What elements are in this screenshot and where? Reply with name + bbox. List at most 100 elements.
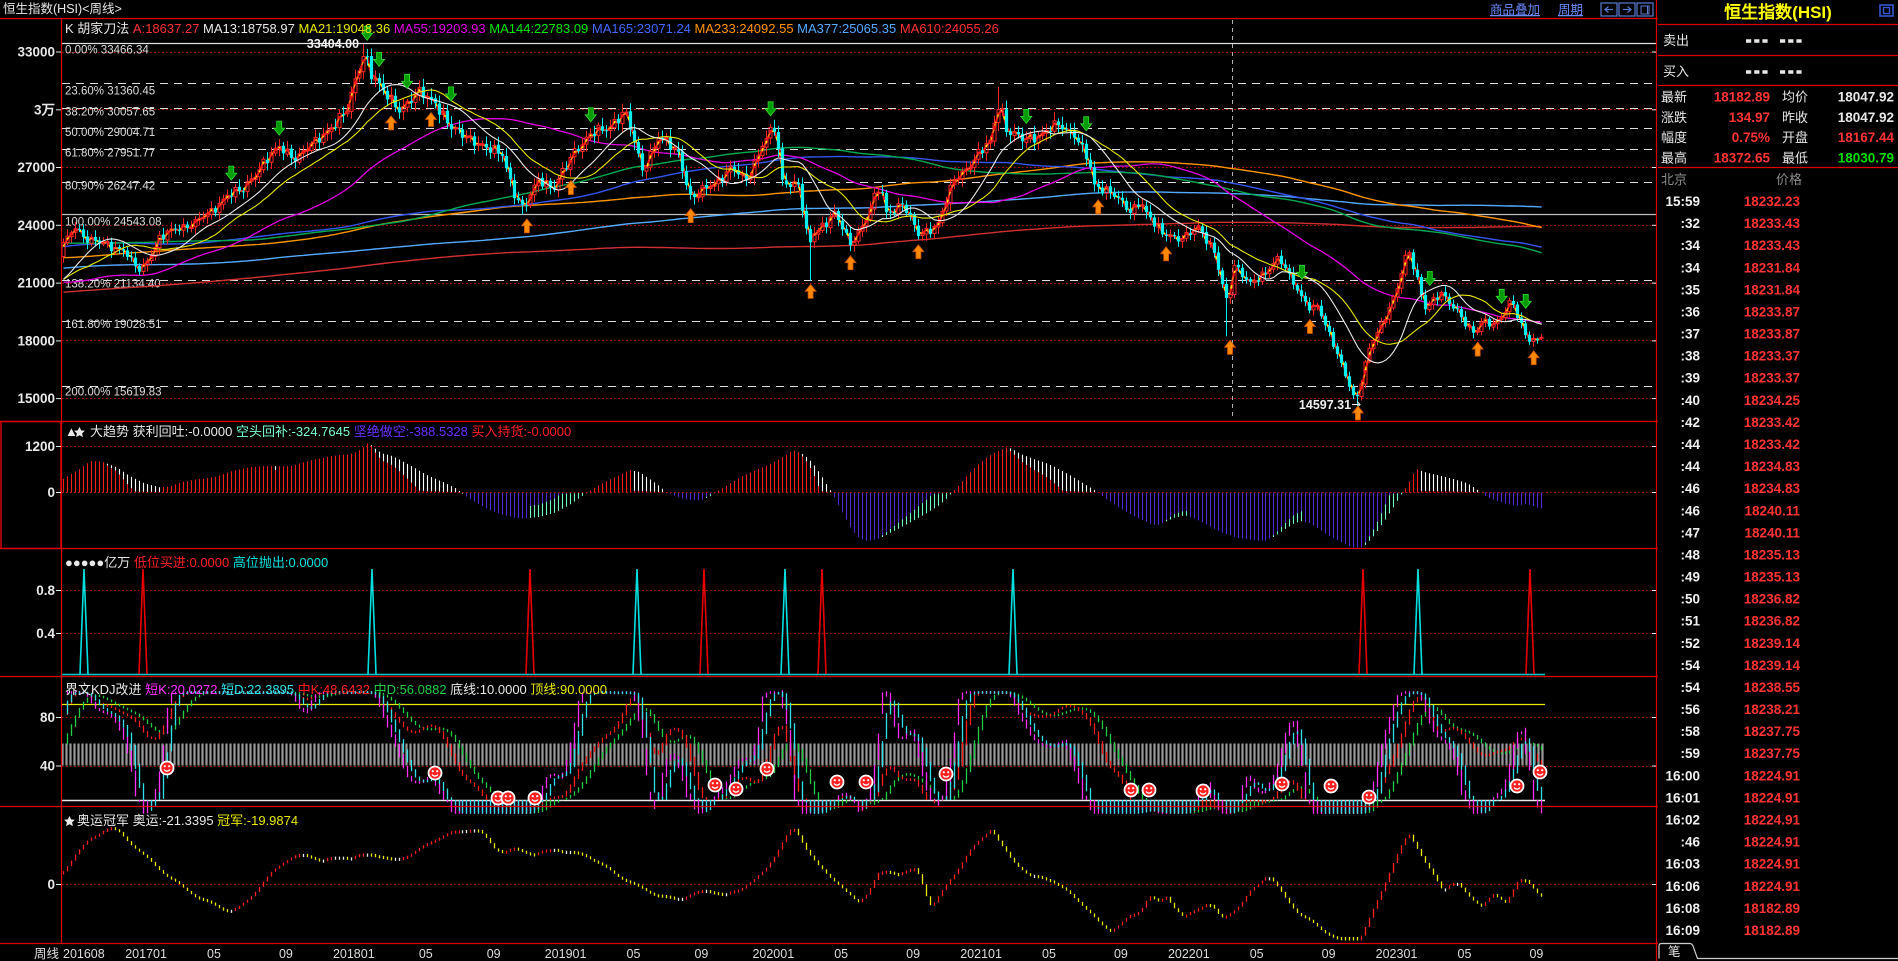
svg-text:27000: 27000 [17,160,55,175]
svg-text:大趋势 获利回吐:-0.0000 空头回补:-324.764: 大趋势 获利回吐:-0.0000 空头回补:-324.7645 坚绝做空:-38… [90,424,571,439]
svg-text:18233.37: 18233.37 [1744,371,1800,386]
svg-text::34: :34 [1680,238,1700,253]
svg-text:18182.89: 18182.89 [1714,90,1770,105]
svg-text:18233.43: 18233.43 [1744,216,1801,231]
svg-text:奥运冠军 奥运:-21.3395 冠军:-19.9874: 奥运冠军 奥运:-21.3395 冠军:-19.9874 [77,813,298,828]
svg-text:33000: 33000 [17,45,55,60]
svg-text:14597.31: 14597.31 [1299,398,1351,412]
svg-text:16:02: 16:02 [1665,813,1700,828]
svg-text:16:03: 16:03 [1665,857,1700,872]
svg-text:18239.14: 18239.14 [1744,636,1801,651]
svg-text::38: :38 [1680,349,1700,364]
svg-text::44: :44 [1680,437,1700,452]
svg-text:16:00: 16:00 [1665,768,1700,783]
svg-text:05: 05 [627,947,641,961]
svg-text::48: :48 [1680,547,1700,562]
svg-text:18233.42: 18233.42 [1744,437,1800,452]
svg-text:18167.44: 18167.44 [1838,130,1895,145]
svg-text:周期: 周期 [1558,3,1583,17]
svg-text:202301: 202301 [1376,947,1418,961]
svg-text:昨收: 昨收 [1782,110,1808,125]
svg-text:最低: 最低 [1782,150,1808,165]
svg-text:涨跌: 涨跌 [1661,110,1687,125]
svg-text:05: 05 [1042,947,1056,961]
svg-text:201608: 201608 [63,947,105,961]
svg-text:0.00% 33466.34: 0.00% 33466.34 [65,45,149,57]
svg-text:K 胡家刀法 A:18637.27 MA13:18758.: K 胡家刀法 A:18637.27 MA13:18758.97 MA21:190… [65,21,999,36]
svg-text:●●●●●亿万 低位买进:0.0000 高位抛出:0.000: ●●●●●亿万 低位买进:0.0000 高位抛出:0.0000 [65,555,328,570]
svg-text:09: 09 [694,947,708,961]
svg-text:15000: 15000 [17,391,55,406]
svg-text::32: :32 [1680,216,1700,231]
svg-text:18224.91: 18224.91 [1744,879,1801,894]
svg-text:0.4: 0.4 [36,626,55,641]
svg-text:80: 80 [40,710,55,725]
svg-text:50.00% 29004.71: 50.00% 29004.71 [65,127,155,139]
svg-text::50: :50 [1680,592,1700,607]
svg-text::35: :35 [1680,282,1700,297]
svg-text:18233.43: 18233.43 [1744,238,1801,253]
svg-text:202101: 202101 [960,947,1002,961]
svg-text::46: :46 [1680,503,1700,518]
svg-text:18233.87: 18233.87 [1744,304,1800,319]
svg-text:3万: 3万 [34,102,55,117]
svg-text:21000: 21000 [17,276,55,291]
svg-text::46: :46 [1680,835,1700,850]
svg-text:134.97: 134.97 [1729,110,1770,125]
svg-text:18231.84: 18231.84 [1744,260,1801,275]
svg-text::58: :58 [1680,724,1700,739]
svg-text::42: :42 [1680,415,1700,430]
svg-text:最新: 最新 [1661,90,1687,105]
svg-text:202201: 202201 [1168,947,1210,961]
svg-text:18047.92: 18047.92 [1838,90,1894,105]
svg-text:23.60% 31360.45: 23.60% 31360.45 [65,86,155,98]
svg-text:16:06: 16:06 [1665,879,1700,894]
svg-text:09: 09 [279,947,293,961]
svg-text:卖出: 卖出 [1663,33,1689,48]
svg-text::47: :47 [1680,525,1700,540]
svg-text:05: 05 [419,947,433,961]
svg-text:18236.82: 18236.82 [1744,614,1800,629]
svg-text::36: :36 [1680,304,1700,319]
svg-text:价格: 价格 [1776,172,1802,187]
svg-text:北京: 北京 [1661,172,1687,187]
svg-text:18372.65: 18372.65 [1714,150,1771,165]
svg-text::56: :56 [1680,702,1700,717]
svg-text:18235.13: 18235.13 [1744,570,1801,585]
svg-text:开盘: 开盘 [1782,130,1808,145]
svg-text:18234.25: 18234.25 [1744,393,1801,408]
svg-text:恒生指数(HSI)<周线>: 恒生指数(HSI)<周线> [3,1,122,16]
svg-text:24000: 24000 [17,218,55,233]
svg-text:18238.55: 18238.55 [1744,680,1801,695]
svg-text:0: 0 [47,877,55,892]
svg-text:▲: ▲ [65,424,78,439]
svg-text:161.80% 19028.51: 161.80% 19028.51 [65,319,162,331]
svg-text:05: 05 [834,947,848,961]
svg-text:商品叠加: 商品叠加 [1490,2,1540,17]
svg-text:周线: 周线 [34,947,60,961]
svg-text:买入: 买入 [1663,64,1689,79]
svg-text:09: 09 [906,947,920,961]
svg-text:18233.42: 18233.42 [1744,415,1800,430]
svg-text:18224.91: 18224.91 [1744,813,1801,828]
svg-text:均价: 均价 [1782,90,1808,105]
svg-text:18237.75: 18237.75 [1744,746,1801,761]
svg-text:18047.92: 18047.92 [1838,110,1894,125]
svg-text:18224.91: 18224.91 [1744,768,1801,783]
svg-text::46: :46 [1680,481,1700,496]
svg-text:18234.83: 18234.83 [1744,481,1801,496]
svg-text:18240.11: 18240.11 [1744,525,1800,540]
svg-text:18238.21: 18238.21 [1744,702,1801,717]
svg-text:09: 09 [1322,947,1336,961]
svg-text:1200: 1200 [25,439,55,454]
svg-text:202001: 202001 [752,947,794,961]
svg-text:18233.87: 18233.87 [1744,327,1800,342]
svg-text::59: :59 [1680,746,1700,761]
svg-text:18233.37: 18233.37 [1744,349,1800,364]
svg-text:18030.79: 18030.79 [1838,150,1894,165]
svg-text:16:01: 16:01 [1665,790,1700,805]
svg-text:18237.75: 18237.75 [1744,724,1801,739]
svg-text::37: :37 [1680,327,1700,342]
svg-text:40: 40 [40,759,55,774]
svg-text:201901: 201901 [545,947,587,961]
